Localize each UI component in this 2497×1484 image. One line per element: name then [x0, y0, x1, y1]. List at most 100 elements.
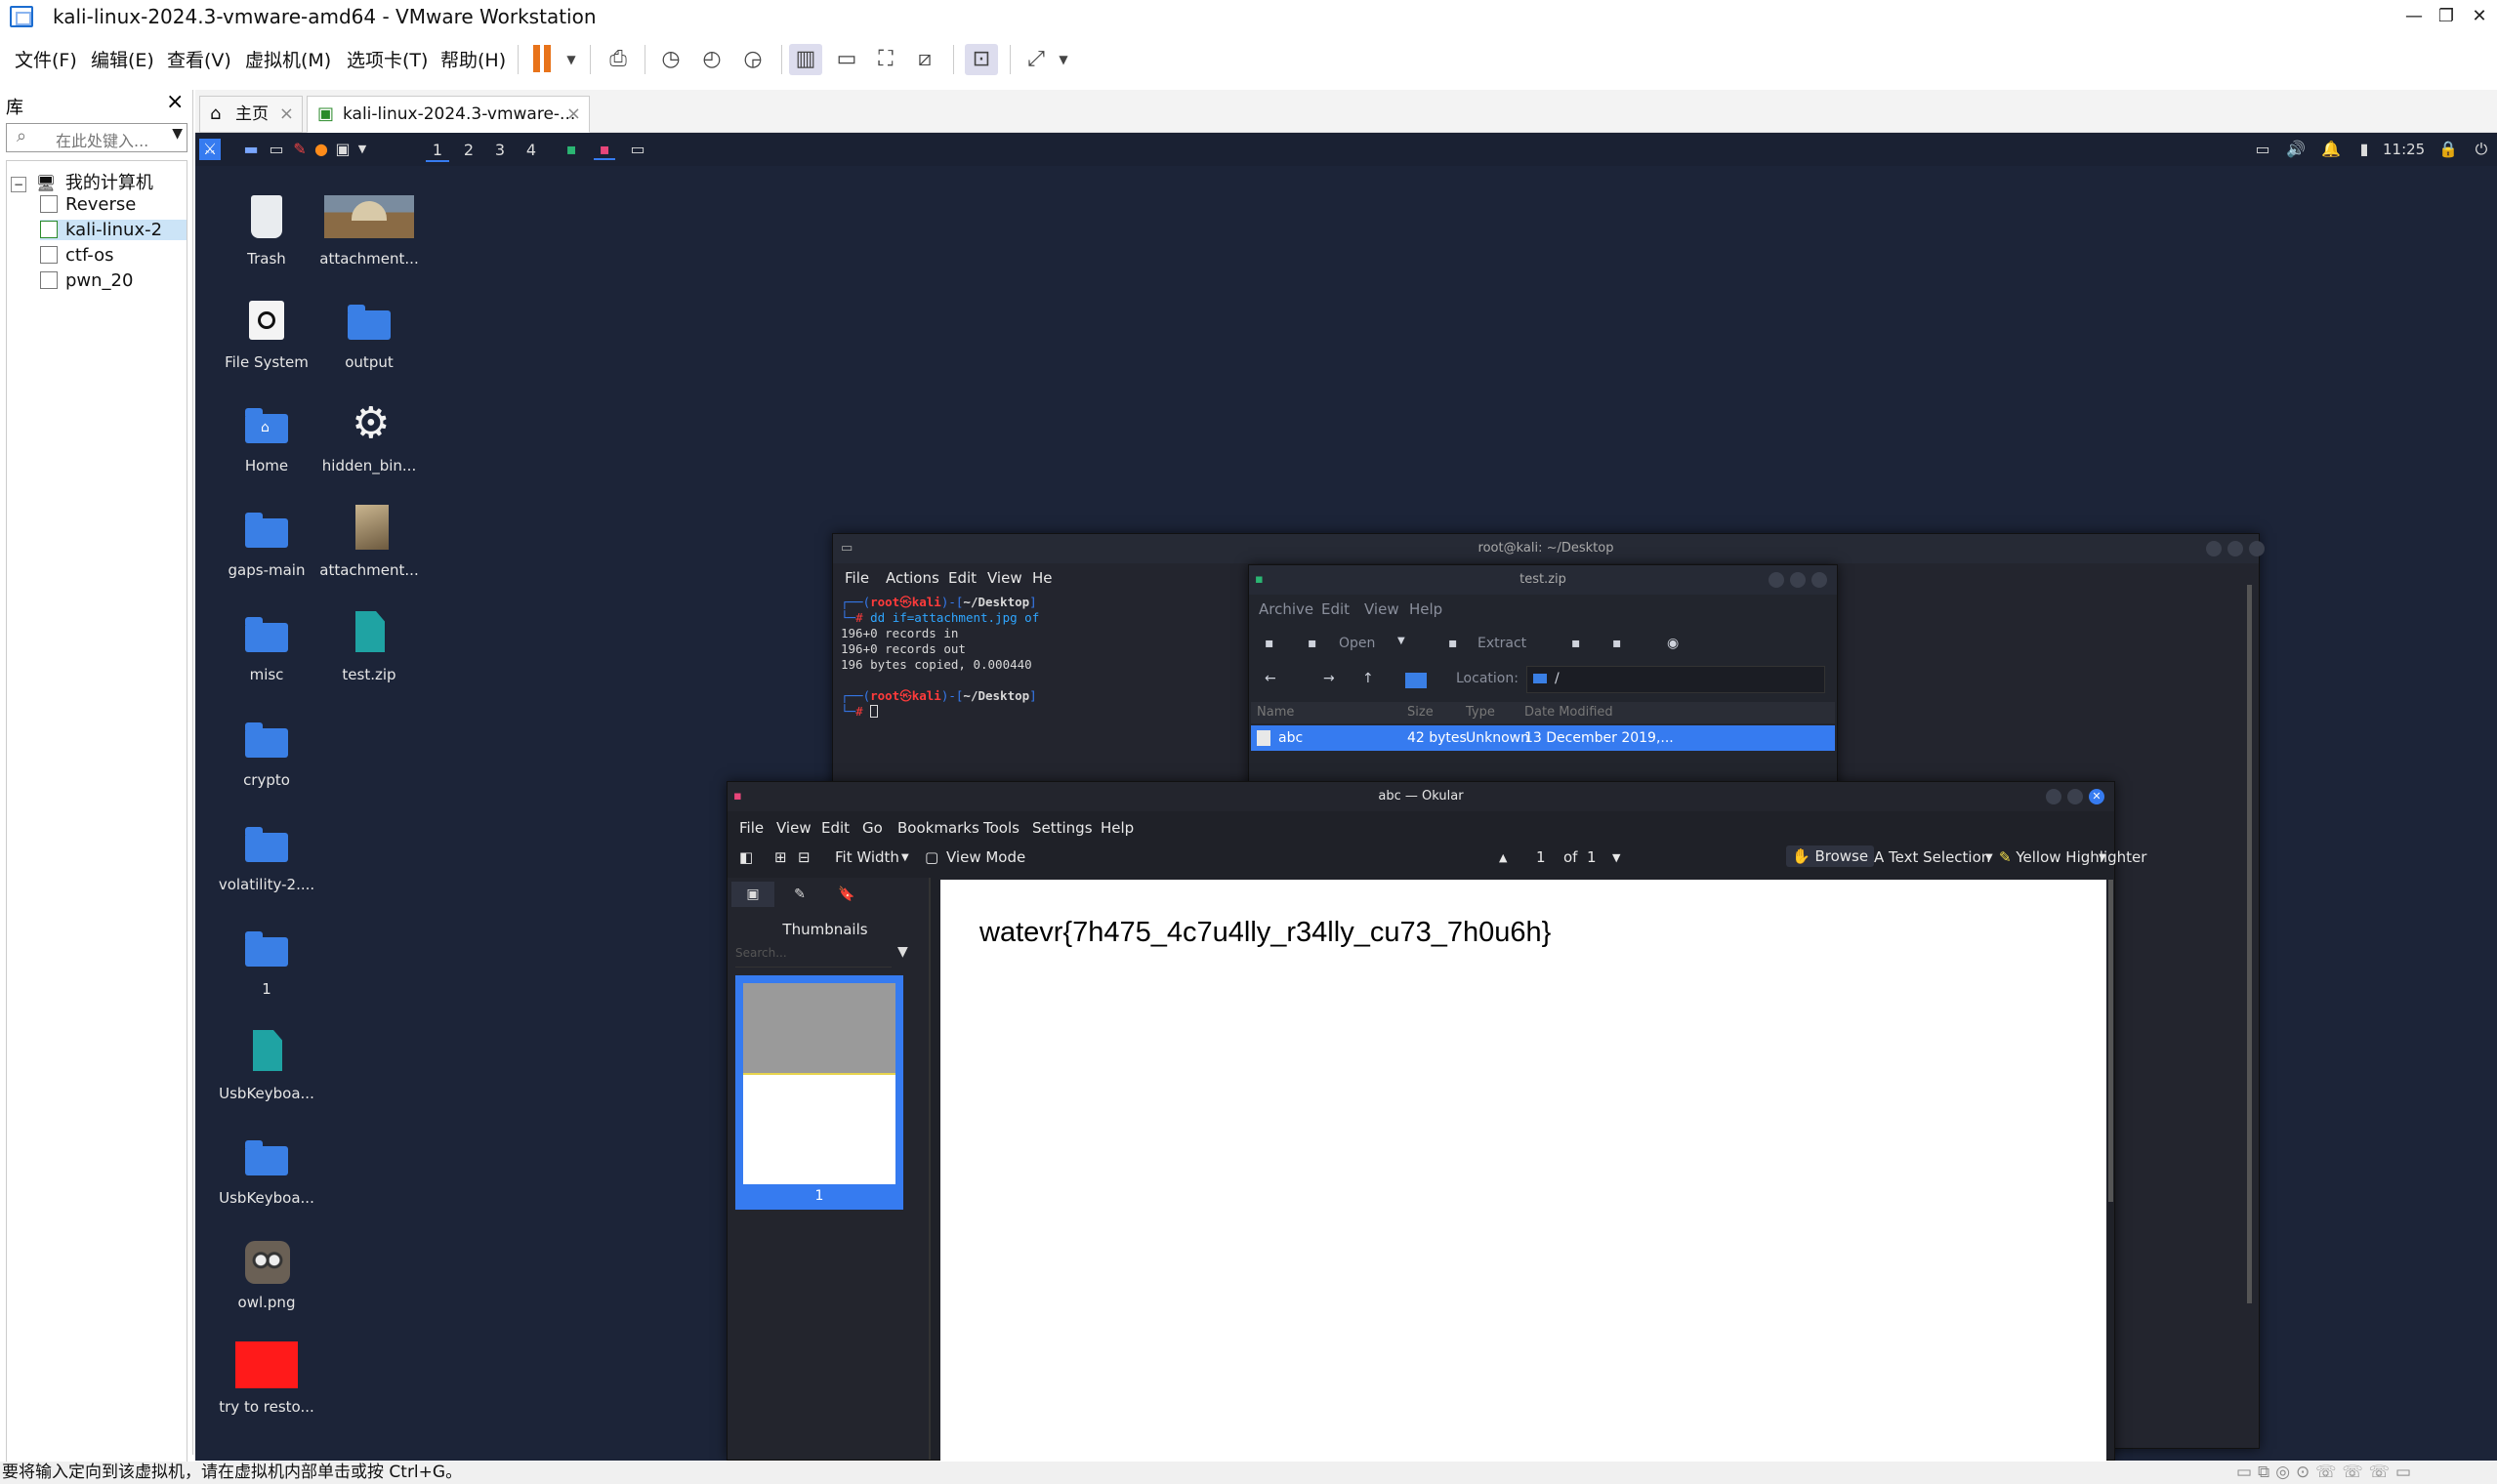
column-size[interactable]: Size	[1407, 705, 1434, 720]
power-icon[interactable]: ⏻	[2471, 139, 2492, 160]
page-number-input[interactable]: 1	[1536, 848, 1546, 866]
ark-menu-view[interactable]: View	[1364, 600, 1399, 618]
lock-icon[interactable]: 🔒	[2437, 139, 2459, 160]
properties-icon[interactable]: ◉	[1667, 636, 1679, 651]
volume-icon[interactable]: 🔊	[2285, 139, 2307, 160]
desktop-icon-usbkeyboard-folder[interactable]: UsbKeyboa...	[208, 1133, 325, 1207]
workspace-4[interactable]: 4	[520, 139, 543, 162]
snapshot-manager-icon[interactable]: ◶	[736, 44, 770, 75]
document-scrollbar[interactable]	[2108, 880, 2113, 1202]
okular-menu-file[interactable]: File	[739, 819, 764, 837]
menu-vm[interactable]: 虚拟机(M)	[245, 46, 331, 72]
okular-titlebar[interactable]: ▪ abc — Okular ✕	[728, 782, 2114, 811]
desktop-icon-attachment-2[interactable]: attachment...	[311, 505, 428, 579]
send-ctrl-alt-del-icon[interactable]: ⎙	[602, 44, 635, 75]
desktop-icon-hidden-bin[interactable]: ⚙ hidden_bin...	[311, 400, 428, 475]
menu-edit[interactable]: 编辑(E)	[91, 46, 154, 72]
okular-menu-view[interactable]: View	[776, 819, 812, 837]
restore-button[interactable]: ❐	[2430, 2, 2463, 31]
terminal-output[interactable]: ┌──(root㉿kali)-[~/Desktop] └─# dd if=att…	[841, 595, 1039, 720]
chevron-down-icon[interactable]: ▼	[901, 852, 909, 863]
maximize-button[interactable]	[1790, 572, 1806, 588]
tree-item-reverse[interactable]: Reverse	[40, 194, 136, 215]
ark-menu-edit[interactable]: Edit	[1321, 600, 1350, 618]
okular-menu-edit[interactable]: Edit	[821, 819, 850, 837]
unity-icon[interactable]: ⧄	[908, 44, 941, 75]
close-button[interactable]	[2249, 541, 2265, 556]
display-icon[interactable]: ▭	[2252, 139, 2273, 160]
chevron-down-icon[interactable]: ▼	[2099, 852, 2106, 863]
tree-item-kali[interactable]: kali-linux-2	[40, 220, 187, 240]
notification-bell-icon[interactable]: 🔔	[2320, 139, 2342, 160]
chevron-down-icon[interactable]: ▼	[172, 126, 183, 142]
previous-page-icon[interactable]: ▲	[1499, 851, 1507, 864]
highlighter-button[interactable]: ✎ Yellow Highlighter	[1999, 848, 2146, 866]
browse-tool-button[interactable]: ✋ Browse	[1786, 845, 1875, 867]
device-status-icons[interactable]: ▭⧉◎⊙☏☏☏▭	[2236, 1462, 2417, 1484]
okular-menu-settings[interactable]: Settings	[1032, 819, 1093, 837]
tree-item-pwn[interactable]: pwn_20	[40, 270, 133, 291]
minimize-button[interactable]: —	[2397, 2, 2431, 31]
desktop-icon-owl[interactable]: owl.png	[208, 1237, 325, 1311]
minimize-button[interactable]	[1769, 572, 1784, 588]
tree-root[interactable]: − 🖥 我的计算机	[11, 169, 153, 194]
chevron-down-icon[interactable]: ▼	[1397, 636, 1405, 646]
close-button[interactable]: ✕	[2463, 2, 2496, 31]
revert-snapshot-icon[interactable]: ◴	[695, 44, 728, 75]
menu-file[interactable]: 文件(F)	[15, 46, 77, 72]
desktop-icon-try-to-restore[interactable]: try to resto...	[208, 1341, 325, 1416]
open-icon[interactable]: ▪	[1308, 636, 1317, 651]
terminal-scrollbar[interactable]	[2247, 585, 2252, 1303]
menu-view[interactable]: 查看(V)	[167, 46, 231, 72]
text-selection-button[interactable]: A Text Selection	[1874, 848, 1990, 866]
menu-help[interactable]: 帮助(H)	[440, 46, 506, 72]
kali-guest-screen[interactable]: ⚔ ▬ ▭ ✎ ● ▣ ▼ 1 2 3 4 ▪ ▪ ▭ ▭ 🔊 🔔 ▮ 11:2…	[195, 133, 2497, 1461]
view-mode-button[interactable]: View Mode	[946, 848, 1025, 866]
ark-extract-button[interactable]: Extract	[1477, 636, 1526, 651]
desktop-icon-trash[interactable]: Trash	[208, 193, 325, 268]
extract-icon[interactable]: ▪	[1448, 636, 1458, 651]
terminal-task-icon[interactable]: ▭	[627, 139, 648, 160]
tab-kali[interactable]: ▣ kali-linux-2024.3-vmware-... ×	[307, 96, 590, 133]
thumbnail-bar-icon[interactable]: ▭	[830, 44, 863, 75]
okular-menu-tools[interactable]: Tools	[983, 819, 1020, 837]
okular-menu-help[interactable]: Help	[1101, 819, 1134, 837]
up-icon[interactable]: ↑	[1362, 671, 1374, 686]
minimize-button[interactable]	[2206, 541, 2222, 556]
desktop-icon-volatility[interactable]: volatility-2....	[208, 819, 325, 893]
zoom-mode-select[interactable]: Fit Width	[835, 848, 899, 866]
annotations-tab-icon[interactable]: ✎	[778, 882, 821, 907]
file-manager-icon[interactable]: ▭	[266, 139, 287, 160]
sidebar-toggle-icon[interactable]: ◧	[739, 848, 753, 866]
new-archive-icon[interactable]: ▪	[1265, 636, 1274, 651]
terminal-titlebar[interactable]: ▭ root@kali: ~/Desktop	[833, 534, 2265, 563]
desktop-icon-test-zip[interactable]: test.zip	[311, 609, 428, 683]
desktop-icon-filesystem[interactable]: File System	[208, 297, 325, 371]
firefox-icon[interactable]: ●	[311, 139, 332, 160]
terminal-menu-edit[interactable]: Edit	[948, 569, 977, 587]
desktop-icon-1[interactable]: 1	[208, 924, 325, 998]
close-icon[interactable]: ×	[166, 90, 184, 114]
terminal-menu-view[interactable]: View	[987, 569, 1022, 587]
column-type[interactable]: Type	[1466, 705, 1495, 720]
battery-icon[interactable]: ▮	[2353, 139, 2375, 160]
kali-menu-icon[interactable]: ⚔	[199, 139, 221, 160]
tab-home[interactable]: ⌂ 主页 ×	[199, 96, 303, 133]
chevron-down-icon[interactable]: ▼	[555, 44, 588, 75]
view-mode-icon[interactable]: ▢	[925, 848, 938, 866]
chevron-down-icon[interactable]: ▼	[1047, 44, 1080, 75]
desktop-icon-attachment-1[interactable]: attachment...	[311, 193, 428, 268]
thumbnail-item[interactable]: 1	[735, 975, 903, 1210]
terminal-icon[interactable]: ▣	[332, 139, 354, 160]
zoom-in-icon[interactable]: ⊞	[774, 848, 787, 866]
next-page-icon[interactable]: ▼	[1612, 851, 1620, 864]
maximize-button[interactable]	[2067, 789, 2083, 804]
document-page[interactable]: watevr{7h475_4c7u4lly_r34lly_cu73_7h0u6h…	[940, 880, 2106, 1461]
workspace-2[interactable]: 2	[457, 139, 480, 162]
add-folder-icon[interactable]: ▪	[1612, 636, 1622, 651]
bookmarks-tab-icon[interactable]: 🔖	[825, 882, 868, 907]
add-file-icon[interactable]: ▪	[1571, 636, 1581, 651]
column-name[interactable]: Name	[1257, 705, 1294, 720]
okular-window[interactable]: ▪ abc — Okular ✕ File View Edit Go Bookm…	[727, 781, 2146, 1461]
snapshot-icon[interactable]: ◷	[654, 44, 687, 75]
